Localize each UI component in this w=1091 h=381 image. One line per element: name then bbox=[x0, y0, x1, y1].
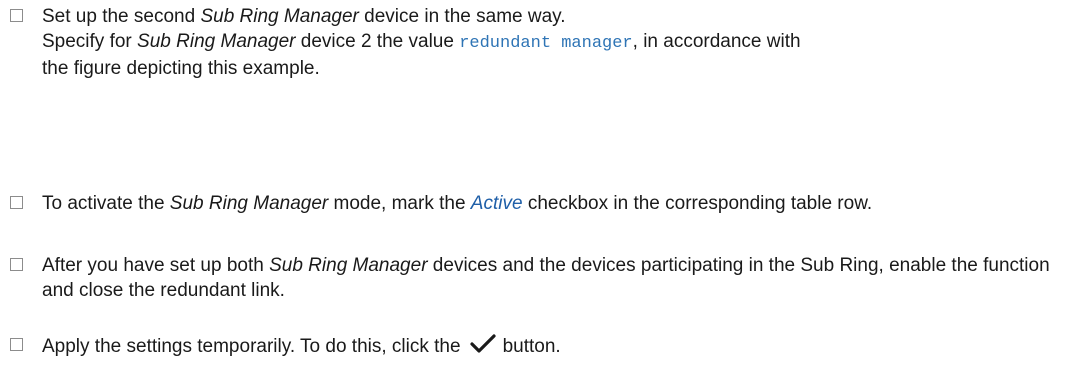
term-sub-ring-manager: Sub Ring Manager bbox=[137, 31, 296, 52]
step-set-up-second-manager: Set up the second Sub Ring Manager devic… bbox=[10, 4, 1083, 81]
term-sub-ring-manager: Sub Ring Manager bbox=[169, 193, 329, 214]
term-sub-ring-manager: Sub Ring Manager bbox=[200, 6, 359, 27]
step-activate-mode: To activate the Sub Ring Manager mode, m… bbox=[10, 191, 1083, 216]
step-text: Set up the second Sub Ring Manager devic… bbox=[42, 4, 801, 81]
text-run: After you have set up both bbox=[42, 255, 270, 276]
term-sub-ring-manager: Sub Ring Manager bbox=[269, 255, 428, 276]
text-run: Specify for bbox=[42, 31, 138, 52]
text-run: mode, mark the bbox=[328, 193, 471, 214]
text-run: To activate the bbox=[42, 193, 170, 214]
step-checkbox[interactable] bbox=[10, 9, 23, 22]
text-run: device in the same way. bbox=[358, 6, 566, 27]
step-checkbox[interactable] bbox=[10, 196, 23, 209]
text-run: button. bbox=[502, 336, 561, 357]
step-text: After you have set up both Sub Ring Mana… bbox=[42, 253, 1083, 303]
text-run: , in accordance with bbox=[632, 31, 801, 52]
step-text: To activate the Sub Ring Manager mode, m… bbox=[42, 191, 872, 216]
step-text: Apply the settings temporarily. To do th… bbox=[42, 333, 561, 362]
value-code: redundant manager bbox=[459, 34, 633, 53]
active-checkbox-label: Active bbox=[470, 193, 523, 214]
text-run: device 2 the value bbox=[295, 31, 460, 52]
text-run: Set up the second bbox=[42, 6, 201, 27]
step-checkbox[interactable] bbox=[10, 258, 23, 271]
step-apply-settings: Apply the settings temporarily. To do th… bbox=[10, 333, 1083, 362]
text-run: the figure depicting this example. bbox=[42, 58, 320, 79]
checkmark-icon bbox=[469, 333, 497, 362]
step-checkbox[interactable] bbox=[10, 338, 23, 351]
text-run: Apply the settings temporarily. To do th… bbox=[42, 336, 461, 357]
step-enable-function: After you have set up both Sub Ring Mana… bbox=[10, 253, 1083, 303]
text-run: checkbox in the corresponding table row. bbox=[522, 193, 873, 214]
